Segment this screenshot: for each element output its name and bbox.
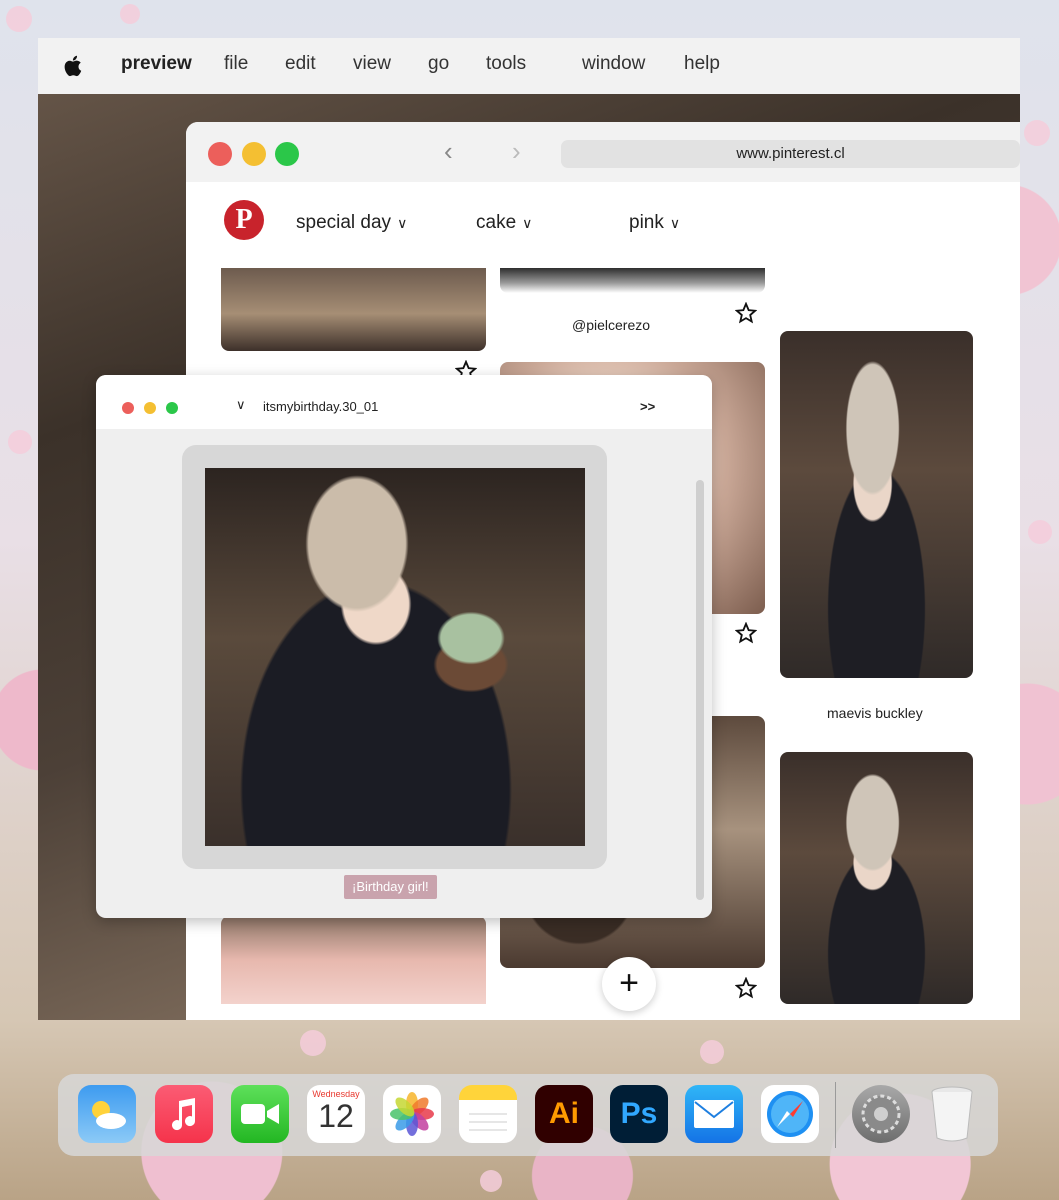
blossom-decoration [1024,120,1050,146]
menu-view[interactable]: view [353,53,391,75]
menu-app-name[interactable]: preview [121,53,192,75]
menu-tools[interactable]: tools [486,53,526,75]
viewer-photo[interactable] [205,468,585,846]
menu-help[interactable]: help [684,53,720,75]
forward-arrow-icon[interactable]: › [512,136,521,167]
board-label: cake [476,212,517,233]
chevron-down-icon[interactable]: ∨ [236,397,246,413]
add-pin-button[interactable]: + [602,957,656,1011]
safari-icon[interactable] [761,1085,819,1143]
viewer-zoom-button[interactable] [166,402,178,414]
viewer-close-button[interactable] [122,402,134,414]
illustrator-label: Ai [549,1097,579,1130]
blossom-decoration [1028,520,1052,544]
pinterest-logo-icon[interactable]: P [224,200,264,240]
menu-edit[interactable]: edit [285,53,316,75]
weather-icon[interactable] [78,1085,136,1143]
pin-image[interactable] [221,916,486,1004]
photos-icon[interactable] [383,1085,441,1143]
menu-window[interactable]: window [582,53,645,75]
url-bar[interactable]: www.pinterest.cl [561,140,1020,168]
pin-image[interactable] [500,268,765,293]
system-settings-icon[interactable] [852,1085,910,1143]
browser-toolbar: ‹ › www.pinterest.cl [186,122,1020,182]
image-viewer-window: ∨ itsmybirthday.30_01 >> ¡Birthday girl! [96,375,712,918]
menu-bar: preview file edit view go tools window h… [38,38,1020,94]
chevron-down-icon: ∨ [669,215,681,231]
blossom-decoration [8,430,32,454]
viewer-photo-frame [182,445,607,869]
pin-image[interactable] [221,268,486,351]
mail-icon[interactable] [685,1085,743,1143]
blossom-decoration [700,1040,724,1064]
viewer-scrollbar[interactable] [696,480,704,900]
viewer-toolbar: ∨ itsmybirthday.30_01 >> [96,375,712,429]
blossom-decoration [120,4,140,24]
menu-go[interactable]: go [428,53,449,75]
zoom-button[interactable] [275,142,299,166]
star-icon[interactable] [735,977,757,999]
minimize-button[interactable] [242,142,266,166]
blossom-decoration [6,6,32,32]
dock-divider [835,1082,836,1148]
pin-image[interactable] [780,331,973,678]
blossom-decoration [300,1030,326,1056]
pin-caption: maevis buckley [827,705,923,721]
viewer-minimize-button[interactable] [144,402,156,414]
notes-icon[interactable] [459,1085,517,1143]
dock: Wednesday 12 Ai Ps [58,1074,998,1156]
facetime-icon[interactable] [231,1085,289,1143]
music-icon[interactable] [155,1085,213,1143]
calendar-date: 12 [318,1098,354,1134]
back-arrow-icon[interactable]: ‹ [444,136,453,167]
photoshop-icon[interactable]: Ps [610,1085,668,1143]
chevron-down-icon: ∨ [522,215,533,231]
next-button[interactable]: >> [640,399,655,414]
calendar-icon[interactable]: Wednesday 12 [307,1085,365,1143]
photoshop-label: Ps [620,1097,658,1130]
viewer-caption: ¡Birthday girl! [344,875,437,899]
star-icon[interactable] [735,622,757,644]
menu-file[interactable]: file [224,53,248,75]
apple-icon[interactable] [62,53,86,79]
pin-caption: @pielcerezo [572,317,651,333]
board-label: special day [296,212,392,233]
illustrator-icon[interactable]: Ai [535,1085,593,1143]
blossom-decoration [480,1170,502,1192]
board-tab-pink[interactable]: pink ∨ [629,212,680,234]
close-button[interactable] [208,142,232,166]
viewer-title: itsmybirthday.30_01 [263,399,379,414]
board-tab-special-day[interactable]: special day ∨ [296,212,407,234]
chevron-down-icon: ∨ [397,215,408,231]
star-icon[interactable] [735,302,757,324]
board-label: pink [629,212,664,233]
board-tab-cake[interactable]: cake ∨ [476,212,532,234]
trash-icon[interactable] [923,1085,981,1143]
pin-image[interactable] [780,752,973,1004]
